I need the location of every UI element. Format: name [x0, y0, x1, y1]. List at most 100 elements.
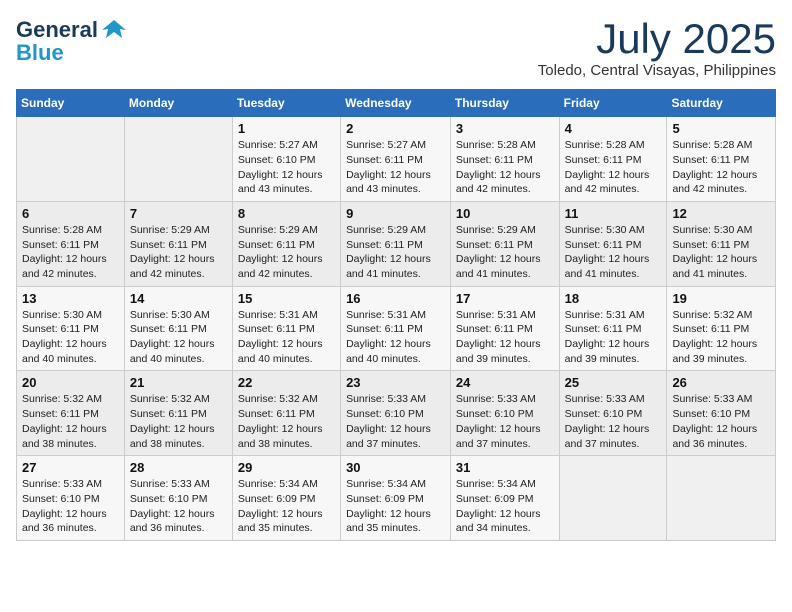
day-number: 21 [130, 375, 227, 390]
day-info: Sunrise: 5:29 AMSunset: 6:11 PMDaylight:… [346, 223, 445, 282]
day-number: 29 [238, 460, 335, 475]
calendar-table: SundayMondayTuesdayWednesdayThursdayFrid… [16, 89, 776, 541]
day-number: 24 [456, 375, 554, 390]
day-info: Sunrise: 5:28 AMSunset: 6:11 PMDaylight:… [565, 138, 662, 197]
day-number: 31 [456, 460, 554, 475]
calendar-cell: 9 Sunrise: 5:29 AMSunset: 6:11 PMDaylight… [341, 201, 451, 286]
day-number: 5 [672, 121, 770, 136]
day-number: 26 [672, 375, 770, 390]
calendar-cell: 30 Sunrise: 5:34 AMSunset: 6:09 PMDayligh… [341, 456, 451, 541]
calendar-cell: 25 Sunrise: 5:33 AMSunset: 6:10 PMDayligh… [559, 371, 667, 456]
day-number: 18 [565, 291, 662, 306]
logo-blue-text: Blue [16, 40, 64, 66]
calendar-week-row: 13 Sunrise: 5:30 AMSunset: 6:11 PMDayligh… [17, 286, 776, 371]
calendar-week-row: 1Sunrise: 5:27 AMSunset: 6:10 PMDaylight… [17, 117, 776, 202]
calendar-cell: 6 Sunrise: 5:28 AMSunset: 6:11 PMDaylight… [17, 201, 125, 286]
calendar-week-row: 27 Sunrise: 5:33 AMSunset: 6:10 PMDayligh… [17, 456, 776, 541]
calendar-cell: 26 Sunrise: 5:33 AMSunset: 6:10 PMDayligh… [667, 371, 776, 456]
day-info: Sunrise: 5:34 AMSunset: 6:09 PMDaylight:… [346, 477, 445, 536]
calendar-cell [667, 456, 776, 541]
weekday-header: Friday [559, 90, 667, 117]
day-info: Sunrise: 5:30 AMSunset: 6:11 PMDaylight:… [22, 308, 119, 367]
weekday-header: Thursday [450, 90, 559, 117]
day-info: Sunrise: 5:31 AMSunset: 6:11 PMDaylight:… [565, 308, 662, 367]
calendar-cell: 2 Sunrise: 5:27 AMSunset: 6:11 PMDaylight… [341, 117, 451, 202]
calendar-cell: 21 Sunrise: 5:32 AMSunset: 6:11 PMDayligh… [124, 371, 232, 456]
day-info: Sunrise: 5:33 AMSunset: 6:10 PMDaylight:… [565, 392, 662, 451]
calendar-cell: 27 Sunrise: 5:33 AMSunset: 6:10 PMDayligh… [17, 456, 125, 541]
day-info: Sunrise: 5:31 AMSunset: 6:11 PMDaylight:… [456, 308, 554, 367]
location: Toledo, Central Visayas, Philippines [538, 62, 776, 79]
calendar-cell: 11 Sunrise: 5:30 AMSunset: 6:11 PMDayligh… [559, 201, 667, 286]
day-info: Sunrise: 5:33 AMSunset: 6:10 PMDaylight:… [346, 392, 445, 451]
day-number: 1 [238, 121, 335, 136]
calendar-cell: 15 Sunrise: 5:31 AMSunset: 6:11 PMDayligh… [232, 286, 340, 371]
day-number: 16 [346, 291, 445, 306]
day-info: Sunrise: 5:28 AMSunset: 6:11 PMDaylight:… [672, 138, 770, 197]
day-number: 30 [346, 460, 445, 475]
logo-bird-icon [100, 16, 128, 44]
calendar-cell: 28 Sunrise: 5:33 AMSunset: 6:10 PMDayligh… [124, 456, 232, 541]
day-info: Sunrise: 5:33 AMSunset: 6:10 PMDaylight:… [672, 392, 770, 451]
day-info: Sunrise: 5:33 AMSunset: 6:10 PMDaylight:… [130, 477, 227, 536]
calendar-cell: 14Sunrise: 5:30 AMSunset: 6:11 PMDayligh… [124, 286, 232, 371]
day-number: 25 [565, 375, 662, 390]
day-number: 15 [238, 291, 335, 306]
day-number: 9 [346, 206, 445, 221]
calendar-cell: 16Sunrise: 5:31 AMSunset: 6:11 PMDayligh… [341, 286, 451, 371]
day-number: 7 [130, 206, 227, 221]
day-info: Sunrise: 5:34 AMSunset: 6:09 PMDaylight:… [456, 477, 554, 536]
calendar-cell: 22Sunrise: 5:32 AMSunset: 6:11 PMDayligh… [232, 371, 340, 456]
day-number: 10 [456, 206, 554, 221]
month-title: July 2025 [538, 16, 776, 62]
logo: General Blue [16, 16, 128, 66]
calendar-cell [559, 456, 667, 541]
day-number: 8 [238, 206, 335, 221]
calendar-cell: 17Sunrise: 5:31 AMSunset: 6:11 PMDayligh… [450, 286, 559, 371]
day-info: Sunrise: 5:31 AMSunset: 6:11 PMDaylight:… [238, 308, 335, 367]
calendar-cell [17, 117, 125, 202]
day-info: Sunrise: 5:30 AMSunset: 6:11 PMDaylight:… [565, 223, 662, 282]
day-info: Sunrise: 5:28 AMSunset: 6:11 PMDaylight:… [22, 223, 119, 282]
calendar-cell: 1Sunrise: 5:27 AMSunset: 6:10 PMDaylight… [232, 117, 340, 202]
calendar-cell: 24 Sunrise: 5:33 AMSunset: 6:10 PMDayligh… [450, 371, 559, 456]
day-info: Sunrise: 5:32 AMSunset: 6:11 PMDaylight:… [22, 392, 119, 451]
day-number: 6 [22, 206, 119, 221]
day-info: Sunrise: 5:32 AMSunset: 6:11 PMDaylight:… [238, 392, 335, 451]
day-info: Sunrise: 5:33 AMSunset: 6:10 PMDaylight:… [22, 477, 119, 536]
day-number: 4 [565, 121, 662, 136]
day-info: Sunrise: 5:30 AMSunset: 6:11 PMDaylight:… [672, 223, 770, 282]
day-number: 3 [456, 121, 554, 136]
day-info: Sunrise: 5:32 AMSunset: 6:11 PMDaylight:… [672, 308, 770, 367]
day-number: 2 [346, 121, 445, 136]
calendar-cell: 5 Sunrise: 5:28 AMSunset: 6:11 PMDaylight… [667, 117, 776, 202]
day-info: Sunrise: 5:29 AMSunset: 6:11 PMDaylight:… [238, 223, 335, 282]
day-number: 12 [672, 206, 770, 221]
calendar-cell: 18 Sunrise: 5:31 AMSunset: 6:11 PMDayligh… [559, 286, 667, 371]
day-info: Sunrise: 5:34 AMSunset: 6:09 PMDaylight:… [238, 477, 335, 536]
calendar-cell: 7Sunrise: 5:29 AMSunset: 6:11 PMDaylight… [124, 201, 232, 286]
day-info: Sunrise: 5:29 AMSunset: 6:11 PMDaylight:… [456, 223, 554, 282]
day-info: Sunrise: 5:33 AMSunset: 6:10 PMDaylight:… [456, 392, 554, 451]
day-number: 23 [346, 375, 445, 390]
page-header: General Blue July 2025 Toledo, Central V… [16, 16, 776, 79]
day-info: Sunrise: 5:30 AMSunset: 6:11 PMDaylight:… [130, 308, 227, 367]
day-info: Sunrise: 5:27 AMSunset: 6:11 PMDaylight:… [346, 138, 445, 197]
day-number: 19 [672, 291, 770, 306]
calendar-cell: 4 Sunrise: 5:28 AMSunset: 6:11 PMDaylight… [559, 117, 667, 202]
day-info: Sunrise: 5:32 AMSunset: 6:11 PMDaylight:… [130, 392, 227, 451]
calendar-cell: 13 Sunrise: 5:30 AMSunset: 6:11 PMDayligh… [17, 286, 125, 371]
weekday-header: Sunday [17, 90, 125, 117]
calendar-cell: 31 Sunrise: 5:34 AMSunset: 6:09 PMDayligh… [450, 456, 559, 541]
weekday-header: Tuesday [232, 90, 340, 117]
day-info: Sunrise: 5:28 AMSunset: 6:11 PMDaylight:… [456, 138, 554, 197]
calendar-cell: 29 Sunrise: 5:34 AMSunset: 6:09 PMDayligh… [232, 456, 340, 541]
day-number: 11 [565, 206, 662, 221]
day-number: 28 [130, 460, 227, 475]
title-block: July 2025 Toledo, Central Visayas, Phili… [538, 16, 776, 79]
day-number: 13 [22, 291, 119, 306]
day-number: 27 [22, 460, 119, 475]
calendar-cell: 23 Sunrise: 5:33 AMSunset: 6:10 PMDayligh… [341, 371, 451, 456]
calendar-cell: 20Sunrise: 5:32 AMSunset: 6:11 PMDayligh… [17, 371, 125, 456]
calendar-cell: 10 Sunrise: 5:29 AMSunset: 6:11 PMDayligh… [450, 201, 559, 286]
